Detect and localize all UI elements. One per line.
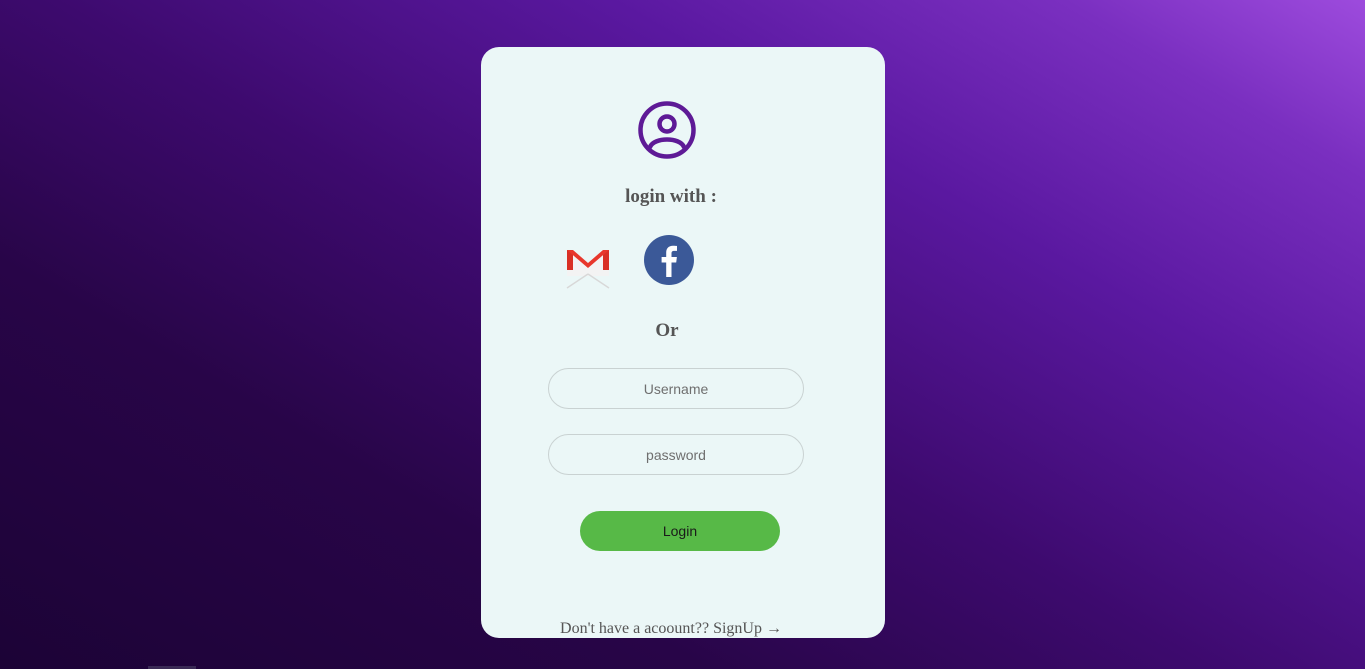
- signup-prompt-line: Don't have a acoount?? SignUp →: [469, 620, 873, 638]
- login-with-label: login with :: [625, 186, 717, 207]
- password-input[interactable]: [548, 434, 804, 475]
- or-separator: Or: [655, 320, 679, 341]
- signup-link[interactable]: SignUp →: [713, 620, 782, 637]
- username-input[interactable]: [548, 368, 804, 409]
- login-button[interactable]: Login: [580, 511, 780, 551]
- signup-prompt-text: Don't have a acoount??: [560, 620, 714, 637]
- facebook-icon[interactable]: [643, 234, 695, 286]
- login-card: login with : Or Login Don't have a acoou…: [481, 47, 885, 638]
- gmail-icon[interactable]: [565, 244, 611, 290]
- user-circle-icon: [638, 101, 696, 159]
